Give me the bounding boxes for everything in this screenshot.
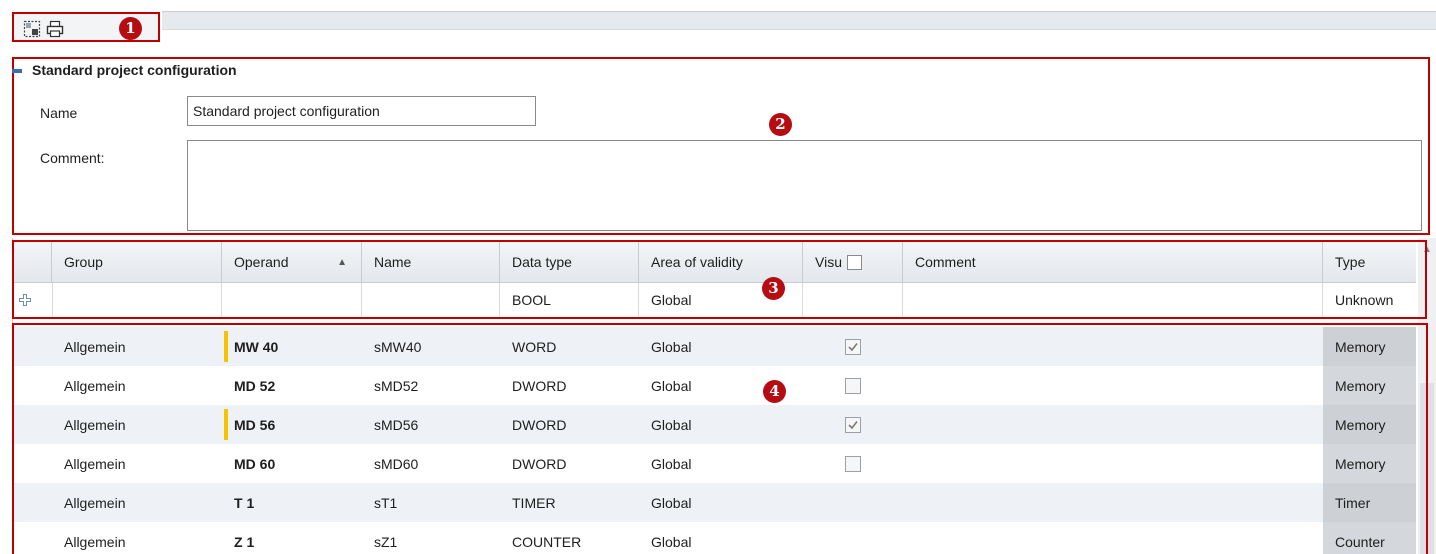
section-title: Standard project configuration [32, 62, 237, 78]
callout-marker-4: 4 [763, 380, 786, 403]
callout-marker-3: 3 [762, 277, 785, 300]
callout-marker-2: 2 [769, 113, 792, 136]
body-highlight [12, 323, 1428, 554]
collapse-icon[interactable] [12, 66, 22, 76]
name-field[interactable] [187, 96, 536, 126]
print-icon[interactable] [46, 20, 64, 38]
callout-marker-1: 1 [119, 17, 142, 40]
comment-field[interactable] [187, 140, 1422, 231]
select-area-icon[interactable] [23, 20, 41, 38]
toolbar-background [162, 11, 1436, 30]
name-label: Name [40, 105, 78, 121]
comment-label: Comment: [40, 150, 105, 166]
header-highlight [12, 240, 1427, 319]
